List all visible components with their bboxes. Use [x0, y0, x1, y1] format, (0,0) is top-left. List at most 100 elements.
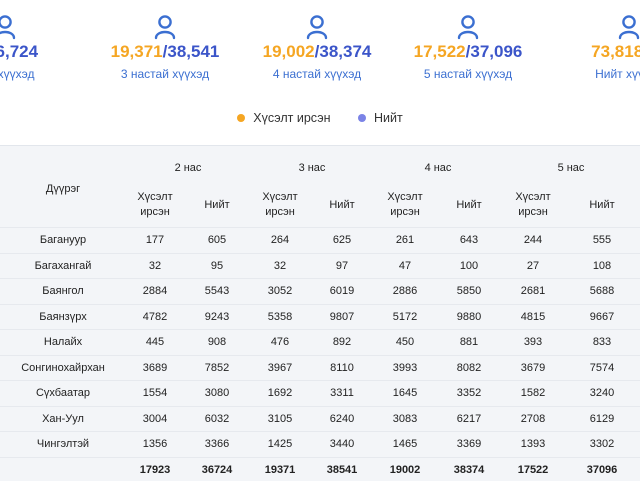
- value-cell: 3440: [310, 431, 374, 457]
- value-cell: 4782: [126, 303, 184, 330]
- subheader-requested: Хүсэлт ирсэн: [137, 191, 173, 218]
- value-cell: 8110: [310, 354, 374, 381]
- stat-numbers: 73,818/15: [554, 42, 640, 62]
- value-cell: 97: [310, 252, 374, 279]
- value-cell: 177: [126, 227, 184, 253]
- table-row: Баянзүрх 4782 9243 5358 9807 5172 9880 4815 9667: [0, 303, 640, 330]
- district-header: Дүүрэг: [45, 183, 81, 195]
- subheader-total: Нийт: [456, 198, 482, 211]
- value-cell: 892: [310, 329, 374, 355]
- legend-total-dot: [357, 113, 366, 122]
- value-cell: 393: [502, 329, 564, 355]
- value-cell: 5358: [250, 303, 310, 330]
- value-cell: 9243: [184, 303, 250, 330]
- legend-requested-dot: [237, 113, 246, 122]
- value-cell: 32: [250, 252, 310, 279]
- subheader-total: Нийт: [329, 198, 355, 211]
- value-cell: 1554: [126, 380, 184, 406]
- total-cell: 37096: [564, 456, 640, 482]
- value-cell: 7852: [184, 354, 250, 381]
- value-cell: 4815: [502, 303, 564, 330]
- value-cell: 445: [126, 329, 184, 355]
- group-header: 4 нас: [424, 162, 452, 174]
- subheader-total: Нийт: [589, 198, 615, 211]
- totals-label-cell: [0, 456, 126, 482]
- district-cell: Баянзүрх: [0, 303, 126, 330]
- table-row: Налайх 445 908 476 892 450 881 393 833: [0, 329, 640, 355]
- stat-numbers: 3/36,724: [0, 42, 80, 62]
- user-icon: [154, 14, 176, 40]
- value-cell: 6129: [564, 405, 640, 432]
- value-cell: 833: [564, 329, 640, 355]
- table-row: Багануур 177 605 264 625 261 643 244 555: [0, 227, 640, 253]
- stat-card: 3/36,724 тай хүүхэд: [0, 14, 80, 81]
- totals-row: 17923 36724 19371 38541 19002 38374 17522 37096: [0, 456, 640, 482]
- value-cell: 2884: [126, 278, 184, 304]
- value-cell: 643: [436, 227, 502, 253]
- value-cell: 3302: [564, 431, 640, 457]
- district-cell: Баянгол: [0, 278, 126, 304]
- value-cell: 6240: [310, 405, 374, 432]
- value-cell: 5688: [564, 278, 640, 304]
- total-cell: 19002: [374, 456, 436, 482]
- value-cell: 7574: [564, 354, 640, 381]
- district-cell: Багануур: [0, 227, 126, 253]
- value-cell: 3369: [436, 431, 502, 457]
- stat-requested: 19,371: [110, 42, 163, 61]
- value-cell: 9807: [310, 303, 374, 330]
- value-cell: 1645: [374, 380, 436, 406]
- total-cell: 38541: [310, 456, 374, 482]
- value-cell: 3352: [436, 380, 502, 406]
- district-cell: Сүхбаатар: [0, 380, 126, 406]
- value-cell: 8082: [436, 354, 502, 381]
- user-icon: [457, 14, 479, 40]
- value-cell: 3366: [184, 431, 250, 457]
- group-header: 3 нас: [298, 162, 326, 174]
- table-row: Баянгол 2884 5543 3052 6019 2886 5850 2681 5688: [0, 278, 640, 304]
- value-cell: 1425: [250, 431, 310, 457]
- stat-label: Нийт хүүхэд: [595, 67, 640, 81]
- subheader-requested: Хүсэлт ирсэн: [262, 191, 298, 218]
- district-cell: Багахангай: [0, 252, 126, 279]
- legend-requested[interactable]: Хүсэлт ирсэн: [237, 111, 330, 125]
- value-cell: 3080: [184, 380, 250, 406]
- table-row: Чингэлтэй 1356 3366 1425 3440 1465 3369 1393 330…: [0, 431, 640, 457]
- value-cell: 9667: [564, 303, 640, 330]
- stat-total: 36,724: [0, 42, 39, 61]
- value-cell: 555: [564, 227, 640, 253]
- value-cell: 32: [126, 252, 184, 279]
- district-cell: Хан-Уул: [0, 405, 126, 432]
- value-cell: 625: [310, 227, 374, 253]
- value-cell: 3679: [502, 354, 564, 381]
- value-cell: 3689: [126, 354, 184, 381]
- value-cell: 5172: [374, 303, 436, 330]
- total-cell: 17522: [502, 456, 564, 482]
- district-table: Дүүрэг 2 нас 3 нас 4 нас 5 нас Хүсэлт ирс…: [0, 153, 640, 482]
- stat-card: 73,818/15 Нийт хүүхэд: [554, 14, 640, 81]
- user-icon: [306, 14, 328, 40]
- value-cell: 3311: [310, 380, 374, 406]
- district-cell: Сонгинохайрхан: [0, 354, 126, 381]
- stat-label: тай хүүхэд: [0, 67, 35, 81]
- stat-total: 38,374: [319, 42, 372, 61]
- value-cell: 264: [250, 227, 310, 253]
- value-cell: 3105: [250, 405, 310, 432]
- value-cell: 261: [374, 227, 436, 253]
- subheader-total: Нийт: [204, 198, 230, 211]
- value-cell: 2708: [502, 405, 564, 432]
- value-cell: 3967: [250, 354, 310, 381]
- stat-numbers: 19,002/38,374: [262, 42, 372, 61]
- value-cell: 1465: [374, 431, 436, 457]
- value-cell: 6217: [436, 405, 502, 432]
- value-cell: 3993: [374, 354, 436, 381]
- value-cell: 47: [374, 252, 436, 279]
- stat-card: 17,522/37,096 5 настай хүүхэд: [393, 14, 543, 81]
- value-cell: 9880: [436, 303, 502, 330]
- total-cell: 38374: [436, 456, 502, 482]
- value-cell: 5543: [184, 278, 250, 304]
- value-cell: 2886: [374, 278, 436, 304]
- legend-total[interactable]: Нийт: [357, 111, 403, 125]
- district-cell: Чингэлтэй: [0, 431, 126, 457]
- value-cell: 95: [184, 252, 250, 279]
- value-cell: 3240: [564, 380, 640, 406]
